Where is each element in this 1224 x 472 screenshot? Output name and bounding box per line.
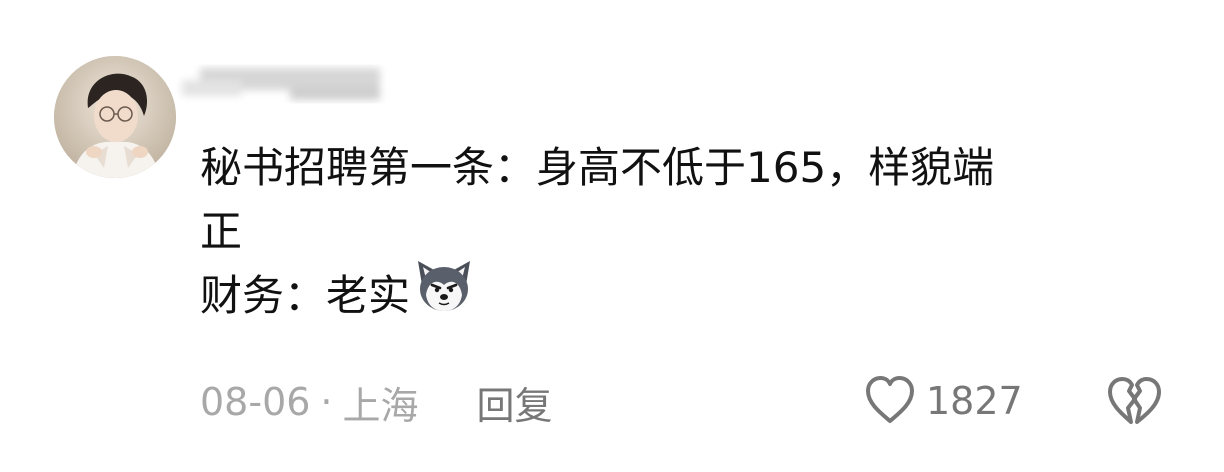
like-button[interactable]: 1827 [862, 370, 1023, 432]
like-count: 1827 [926, 379, 1023, 423]
comment-location: 上海 [342, 383, 419, 428]
husky-emoji-icon [414, 255, 474, 333]
reply-button[interactable]: 回复 [477, 375, 553, 430]
avatar[interactable] [54, 56, 176, 178]
comment-date: 08-06 [200, 380, 311, 424]
comment-meta: 08-06 · 上海 回复 [200, 372, 553, 432]
comment-text-line: 正 [200, 207, 243, 256]
comment-card: 秘书招聘第一条：身高不低于165，样貌端 正 财务：老实 08-06 · 上海 … [0, 0, 1224, 472]
meta-separator: · [320, 380, 333, 424]
broken-heart-icon [1104, 377, 1162, 434]
username-redacted[interactable] [170, 52, 410, 108]
comment-body: 秘书招聘第一条：身高不低于165，样貌端 正 财务：老实 [200, 136, 1160, 333]
comment-text-line: 秘书招聘第一条：身高不低于165，样貌端 [200, 143, 995, 192]
dislike-button[interactable] [1104, 372, 1162, 430]
heart-outline-icon [862, 373, 918, 429]
comment-text-line: 财务：老实 [200, 260, 1160, 333]
